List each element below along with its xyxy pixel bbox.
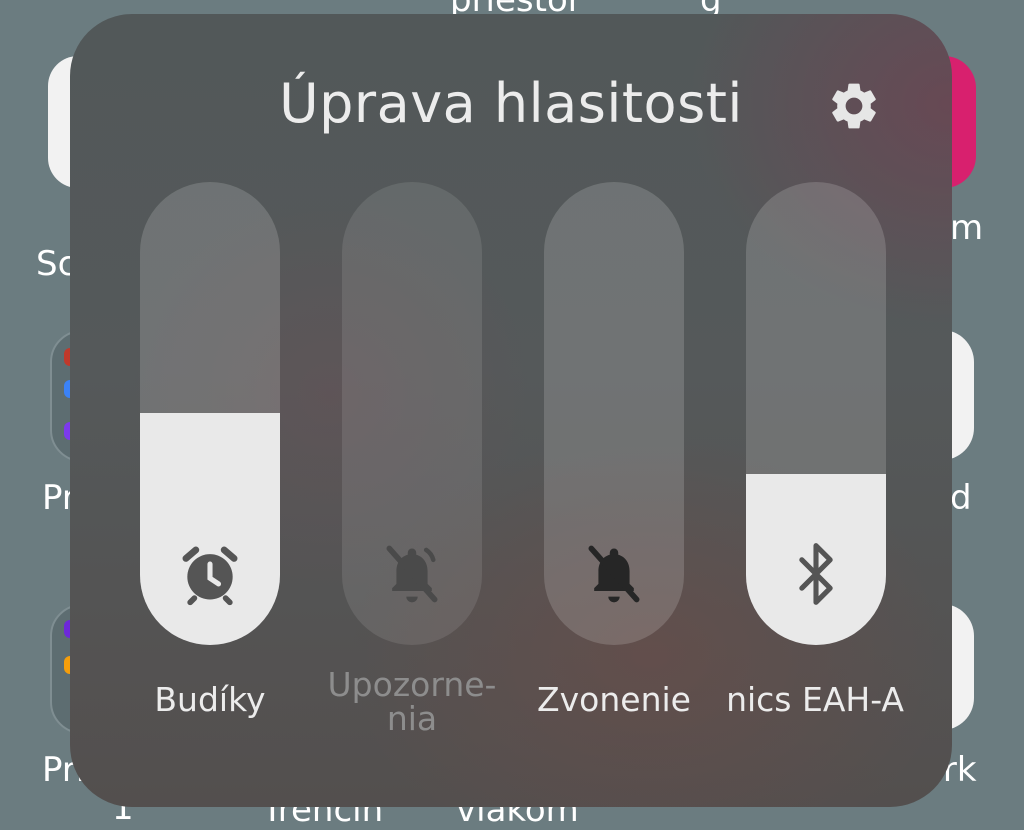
gear-icon bbox=[832, 83, 876, 129]
slider-label-ringtone: Zvonenie bbox=[537, 680, 691, 719]
bluetooth-icon bbox=[799, 543, 833, 605]
slider-label-line1: Upozorne- bbox=[327, 668, 497, 704]
slider-label-notifications: Upozorne- nia bbox=[324, 668, 500, 736]
volume-level-fill bbox=[140, 413, 280, 645]
slider-label-bluetooth: Technics EAH-A bbox=[728, 680, 904, 719]
app-label: d bbox=[950, 478, 972, 518]
volume-slider-bluetooth[interactable] bbox=[746, 182, 886, 645]
app-label: m bbox=[950, 208, 984, 248]
bell-off-icon bbox=[588, 545, 640, 603]
settings-button[interactable] bbox=[826, 78, 882, 134]
alarm-clock-icon bbox=[182, 546, 238, 606]
bell-off-icon bbox=[386, 545, 438, 603]
volume-slider-notifications[interactable] bbox=[342, 182, 482, 645]
panel-title: Úprava hlasitosti bbox=[279, 72, 743, 135]
device-name: Technics EAH-A bbox=[728, 680, 904, 719]
volume-slider-ringtone[interactable] bbox=[544, 182, 684, 645]
slider-label-alarms: Budíky bbox=[154, 680, 266, 719]
volume-slider-alarms[interactable] bbox=[140, 182, 280, 645]
volume-panel: Úprava hlasitosti Budíky Upozorne- nia Z… bbox=[70, 14, 952, 807]
slider-label-line2: nia bbox=[386, 699, 438, 736]
